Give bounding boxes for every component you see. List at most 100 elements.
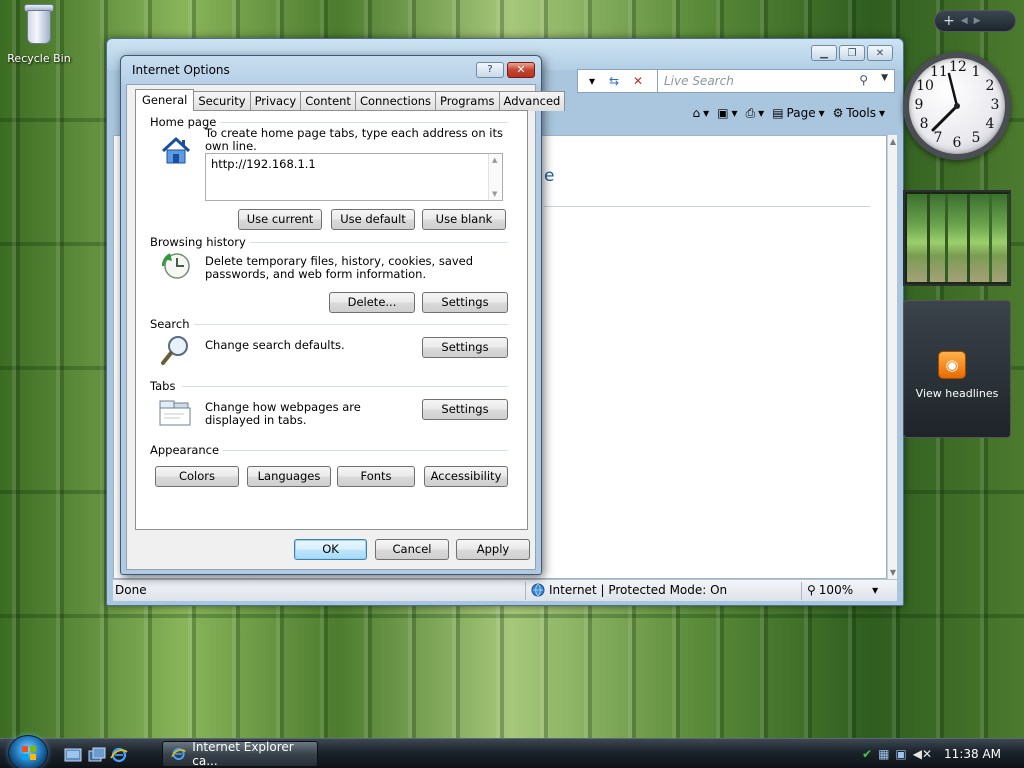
search-icon[interactable]: ⚲ [859, 73, 868, 87]
history-settings-button[interactable]: Settings [422, 292, 508, 313]
recycle-bin-label: Recycle Bin [7, 52, 71, 65]
gear-icon: ⚙ [832, 106, 844, 120]
languages-button[interactable]: Languages [247, 466, 331, 487]
home-page-address-value: http://192.168.1.1 [211, 157, 316, 171]
volume-muted-icon[interactable]: ◀✕ [913, 747, 932, 761]
close-button[interactable]: ✕ [867, 45, 893, 61]
scroll-down-icon[interactable]: ▼ [888, 568, 898, 577]
slideshow-image [907, 194, 1009, 282]
recycle-bin-icon [22, 2, 56, 46]
zoom-dropdown-icon[interactable]: ▾ [872, 583, 878, 597]
colors-button[interactable]: Colors [155, 466, 239, 487]
ok-button[interactable]: OK [294, 539, 367, 560]
dialog-close-button[interactable]: ✕ [507, 62, 535, 78]
use-current-button[interactable]: Use current [238, 209, 322, 230]
accessibility-button[interactable]: Accessibility [424, 466, 508, 487]
tab-content[interactable]: Content [300, 91, 356, 111]
next-icon[interactable]: ▶ [974, 16, 981, 26]
history-icon [161, 253, 190, 279]
search-dropdown-icon[interactable]: ▼ [881, 73, 888, 83]
scroll-up-icon[interactable]: ▲ [492, 156, 497, 164]
tools-menu[interactable]: ⚙ Tools ▾ [833, 106, 885, 120]
sidebar-controls: + ◀ ▶ [934, 10, 1016, 32]
clock-gadget[interactable]: 12 1 2 3 4 5 6 7 8 9 10 11 [903, 52, 1011, 170]
slideshow-gadget[interactable] [903, 190, 1011, 286]
windows-logo-icon [22, 746, 36, 760]
tab-general[interactable]: General [135, 89, 195, 111]
home-page-scrollbar[interactable]: ▲ ▼ [488, 154, 502, 200]
tray-clock[interactable]: 11:38 AM [944, 747, 1001, 761]
help-button[interactable]: ? [476, 62, 504, 78]
previous-icon[interactable]: ◀ [961, 16, 968, 26]
tab-connections[interactable]: Connections [354, 91, 437, 111]
taskbar-item-label: Internet Explorer ca... [192, 740, 294, 768]
refresh-icon[interactable]: ⇆ [603, 70, 625, 92]
zoom-icon: ⚲ [807, 583, 816, 597]
internet-options-dialog: Internet Options ? ✕ General Security Pr… [120, 55, 566, 575]
printer-icon: ⎙ [745, 105, 756, 120]
tabs-settings-button[interactable]: Settings [422, 399, 508, 420]
tab-advanced[interactable]: Advanced [498, 91, 566, 111]
feeds-button[interactable]: ▣ ▾ [717, 106, 737, 120]
use-blank-button[interactable]: Use blank [422, 209, 506, 230]
tabs-group-label: Tabs [150, 379, 180, 393]
fonts-button[interactable]: Fonts [337, 466, 415, 487]
security-zone-label: Internet | Protected Mode: On [549, 583, 728, 597]
taskbar: Internet Explorer ca... ✔ ▦ ▣ ◀✕ 11:38 A… [0, 735, 1024, 768]
dialog-title: Internet Options [132, 63, 230, 77]
feed-icon: ▣ [717, 106, 729, 120]
show-desktop-icon[interactable] [64, 747, 82, 763]
tab-programs[interactable]: Programs [435, 91, 500, 111]
cancel-button[interactable]: Cancel [375, 539, 449, 560]
add-gadget-icon[interactable]: + [943, 13, 955, 29]
maximize-button[interactable]: ❐ [839, 45, 865, 61]
feed-headlines-gadget[interactable]: ◉ View headlines [903, 300, 1011, 438]
minimize-button[interactable]: ▁ [811, 45, 837, 61]
internet-explorer-icon [171, 747, 186, 761]
browsing-history-group-label: Browsing history [150, 235, 250, 249]
status-bar: Done Internet | Protected Mode: On ⚲ 100… [113, 579, 897, 601]
print-button[interactable]: ⎙ ▾ [746, 106, 765, 121]
page-menu-label: Page [786, 106, 816, 120]
scroll-up-icon[interactable]: ▲ [888, 137, 898, 146]
clock-hands [931, 72, 960, 132]
tools-menu-label: Tools [846, 106, 876, 120]
tabs-description: Change how webpages are displayed in tab… [205, 400, 361, 427]
home-page-address-input[interactable]: http://192.168.1.1 ▲ ▼ [205, 153, 503, 201]
use-default-button[interactable]: Use default [331, 209, 415, 230]
delete-history-button[interactable]: Delete... [329, 292, 415, 313]
browsing-history-description: Delete temporary files, history, cookies… [205, 254, 474, 281]
zoom-control[interactable]: ⚲ 100% ▾ [807, 583, 878, 597]
search-settings-button[interactable]: Settings [422, 337, 508, 358]
recycle-bin[interactable]: Recycle Bin [6, 2, 72, 65]
desktop: Recycle Bin ▁ ❐ ✕ ▾ ⇆ ✕ Live Search ⚲ ▼ … [0, 0, 1024, 738]
address-dropdown-icon[interactable]: ▾ [581, 70, 603, 92]
window-controls: ▁ ❐ ✕ [811, 45, 893, 61]
taskbar-item-internet-explorer[interactable]: Internet Explorer ca... [162, 740, 318, 768]
network-icon[interactable]: ▣ [895, 747, 906, 761]
scroll-down-icon[interactable]: ▼ [492, 190, 497, 198]
home-button[interactable]: ⌂ ▾ [693, 106, 710, 120]
view-headlines-link[interactable]: View headlines [904, 387, 1010, 400]
general-tab-panel: Home page To create home page tabs, type… [135, 110, 528, 530]
switch-windows-icon[interactable] [88, 747, 106, 763]
search-input[interactable]: Live Search ⚲ ▼ [657, 69, 895, 93]
internet-explorer-icon[interactable] [110, 747, 128, 763]
tab-privacy[interactable]: Privacy [249, 91, 302, 111]
network-status-icon[interactable]: ✔ [862, 747, 872, 761]
house-icon [161, 137, 191, 164]
tab-strip: General Security Privacy Content Connect… [135, 89, 566, 111]
start-button[interactable] [8, 735, 48, 768]
dialog-body: General Security Privacy Content Connect… [126, 84, 566, 570]
apply-button[interactable]: Apply [456, 539, 530, 560]
windows-update-icon[interactable]: ▦ [878, 747, 889, 761]
vertical-scrollbar[interactable]: ▲ ▼ [887, 135, 897, 579]
security-zone[interactable]: Internet | Protected Mode: On [531, 583, 727, 597]
tabs-icon [159, 400, 191, 426]
status-text: Done [115, 583, 147, 597]
page-divider [544, 206, 870, 207]
appearance-group-label: Appearance [150, 443, 224, 457]
tab-security[interactable]: Security [193, 91, 251, 111]
stop-icon[interactable]: ✕ [627, 70, 649, 92]
page-menu[interactable]: ▤ Page ▾ [772, 106, 824, 120]
